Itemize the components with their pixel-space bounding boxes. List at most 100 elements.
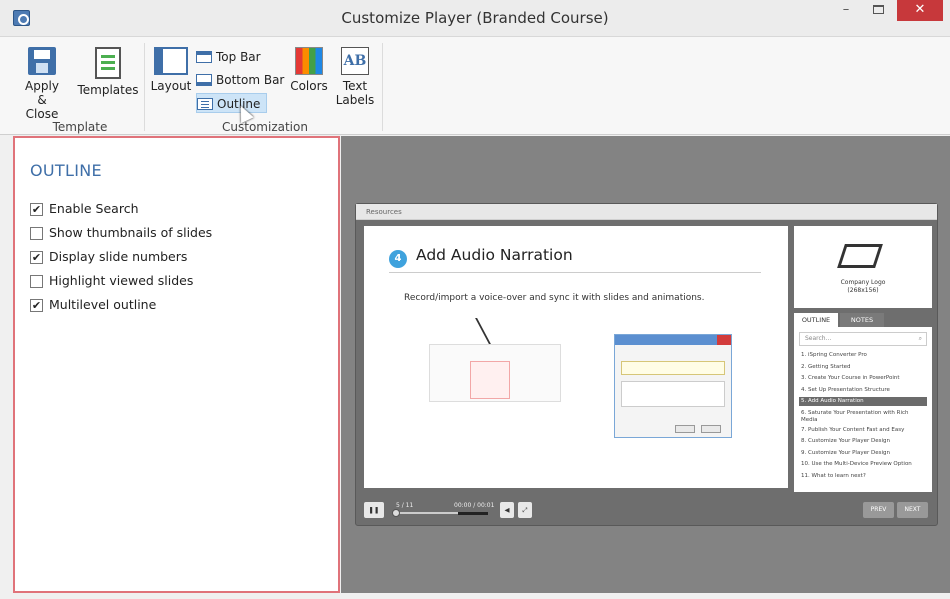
slide-preview: 4 Add Audio Narration Record/import a vo… [364, 226, 788, 488]
option-checkbox[interactable]: ✔ [30, 251, 43, 264]
apply-close-button[interactable]: Apply & Close [20, 47, 64, 121]
minimize-button[interactable]: – [832, 0, 860, 21]
maximize-icon [872, 5, 884, 14]
slide-title: Add Audio Narration [416, 246, 573, 264]
outline-item[interactable]: 2. Getting Started [799, 363, 927, 372]
option-row[interactable]: ✔ Multilevel outline [30, 297, 156, 315]
dialog-row [621, 361, 725, 375]
option-label: Show thumbnails of slides [49, 225, 213, 240]
slide-number-badge: 4 [389, 250, 407, 268]
next-button[interactable]: NEXT [897, 502, 928, 518]
outline-item[interactable]: 11. What to learn next? [799, 472, 927, 481]
outline-settings-panel: OUTLINE ✔ Enable Search Show thumbnails of… [13, 136, 340, 593]
logo-icon [837, 244, 883, 268]
outline-item[interactable]: 10. Use the Multi-Device Preview Option [799, 460, 927, 469]
text-labels-button[interactable]: AB Text Labels [334, 47, 376, 107]
tab-outline[interactable]: OUTLINE [794, 313, 838, 327]
templates-icon [95, 47, 121, 79]
outline-item[interactable]: 8. Customize Your Player Design [799, 437, 927, 446]
outline-item[interactable]: 4. Set Up Presentation Structure [799, 386, 927, 395]
search-placeholder: Search... [805, 335, 832, 342]
logo-text: Company Logo (268x156) [794, 279, 932, 295]
tab-notes[interactable]: NOTES [840, 313, 884, 327]
pause-button[interactable]: ❚❚ [364, 502, 384, 518]
group-label-customization: Customization [222, 120, 308, 134]
option-row[interactable]: Highlight viewed slides [30, 273, 193, 291]
fullscreen-icon[interactable]: ⤢ [518, 502, 532, 518]
slide-screenshot-dialog [614, 334, 732, 438]
colors-button[interactable]: Colors [287, 47, 331, 93]
outline-item[interactable]: 9. Customize Your Player Design [799, 449, 927, 458]
arrow-icon [457, 318, 491, 344]
outline-search-input[interactable]: Search... ⌕ [799, 332, 927, 346]
top-bar-button[interactable]: Top Bar [196, 47, 261, 67]
option-label: Multilevel outline [49, 297, 157, 312]
time-display: 00:00 / 00:01 [454, 502, 495, 509]
outline-item[interactable]: 6. Saturate Your Presentation with Rich … [799, 409, 927, 425]
colors-icon [295, 47, 323, 75]
close-button[interactable]: ✕ [897, 0, 943, 21]
seek-knob[interactable] [392, 509, 400, 517]
title-bar: Customize Player (Branded Course) – ✕ [0, 0, 950, 37]
volume-bar[interactable] [458, 512, 488, 515]
bottom-bar-button[interactable]: Bottom Bar [196, 70, 284, 90]
volume-icon[interactable]: ◀ [500, 502, 514, 518]
outline-list: Search... ⌕ 1. iSpring Converter Pro 2. G… [794, 327, 932, 492]
templates-button[interactable]: Templates [76, 47, 140, 97]
bottom-bar-label: Bottom Bar [216, 73, 285, 87]
dialog-button [675, 425, 695, 433]
slide-subtitle: Record/import a voice-over and sync it w… [404, 293, 705, 303]
resources-bar[interactable]: Resources [356, 204, 937, 220]
seek-bar[interactable] [394, 512, 464, 514]
apply-close-label: Apply & Close [25, 79, 59, 121]
player-sidebar: Company Logo (268x156) OUTLINE NOTES Sea… [794, 226, 932, 492]
save-icon [28, 47, 56, 75]
option-label: Enable Search [49, 201, 139, 216]
slide-counter: 5 / 11 [396, 502, 414, 509]
logo-text-line2: (268x156) [847, 287, 879, 294]
outline-item[interactable]: 3. Create Your Course in PowerPoint [799, 374, 927, 383]
ribbon: Apply & Close Templates Template Layout … [0, 37, 950, 135]
prev-button[interactable]: PREV [863, 502, 894, 518]
outline-item[interactable]: 7. Publish Your Content Fast and Easy [799, 426, 927, 435]
slide-screenshot-ribbon [429, 344, 561, 402]
text-labels-icon: AB [341, 47, 369, 75]
logo-box: Company Logo (268x156) [794, 226, 932, 308]
option-label: Display slide numbers [49, 249, 188, 264]
outline-icon [197, 98, 213, 110]
player-preview: Resources 4 Add Audio Narration Record/i… [355, 203, 938, 526]
player-controls: ❚❚ 5 / 11 00:00 / 00:01 ◀ ⤢ PREV NEXT [364, 502, 931, 520]
option-checkbox[interactable]: ✔ [30, 299, 43, 312]
dialog-header [615, 335, 731, 345]
panel-title: OUTLINE [30, 161, 102, 180]
outline-button[interactable]: Outline [196, 93, 268, 113]
layout-button[interactable]: Layout [150, 47, 192, 93]
dialog-row [621, 381, 725, 407]
option-checkbox[interactable]: ✔ [30, 203, 43, 216]
outline-item[interactable]: 1. iSpring Converter Pro [799, 351, 927, 360]
templates-label: Templates [77, 83, 139, 97]
colors-label: Colors [290, 79, 328, 93]
group-separator [382, 43, 383, 131]
option-row[interactable]: ✔ Display slide numbers [30, 249, 187, 267]
sidebar-tabs: OUTLINE NOTES [794, 313, 932, 327]
option-row[interactable]: ✔ Enable Search [30, 201, 139, 219]
maximize-button[interactable] [864, 0, 892, 21]
text-labels-label: Text Labels [335, 79, 375, 107]
option-label: Highlight viewed slides [49, 273, 194, 288]
top-bar-icon [196, 51, 212, 63]
logo-text-line1: Company Logo [840, 279, 886, 286]
search-icon: ⌕ [918, 335, 922, 342]
group-separator [144, 43, 145, 131]
option-checkbox[interactable] [30, 275, 43, 288]
option-checkbox[interactable] [30, 227, 43, 240]
outline-item[interactable]: 5. Add Audio Narration [799, 397, 927, 406]
top-bar-label: Top Bar [216, 50, 261, 64]
window-bottom-edge [0, 593, 950, 599]
layout-label: Layout [150, 79, 192, 93]
option-row[interactable]: Show thumbnails of slides [30, 225, 212, 243]
highlight-box [470, 361, 510, 399]
dialog-close-icon [717, 335, 731, 345]
layout-icon [154, 47, 188, 75]
slide-divider [389, 272, 761, 273]
